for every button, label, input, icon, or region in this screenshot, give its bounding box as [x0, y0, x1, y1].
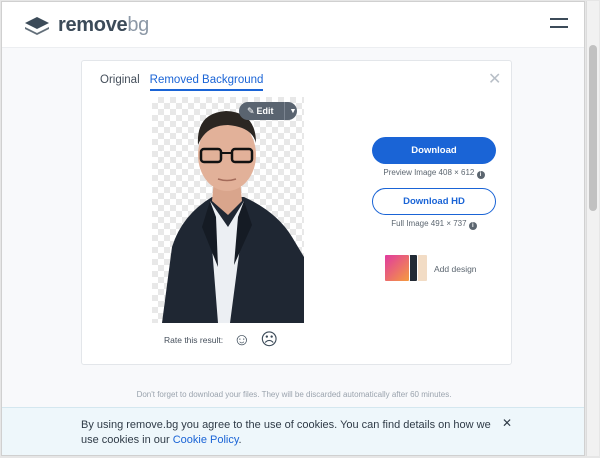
tab-removed-background[interactable]: Removed Background [149, 74, 264, 91]
tab-original[interactable]: Original [100, 74, 140, 91]
image-tabs: Original Removed Background [100, 74, 273, 91]
result-card: Original Removed Background ✕ ✎ Edit ▼ R… [81, 60, 512, 365]
download-hd-button[interactable]: Download HD [372, 188, 496, 215]
rate-result: Rate this result: ☺ ☹ [164, 330, 278, 350]
cookie-banner: By using remove.bg you agree to the use … [2, 407, 584, 455]
logo-text: removebg [58, 14, 150, 36]
info-icon[interactable]: i [468, 222, 477, 230]
pencil-icon: ✎ [247, 105, 255, 116]
top-navigation-bar: removebg [2, 2, 584, 48]
cookie-text: By using remove.bg you agree to the use … [81, 419, 491, 446]
chevron-down-icon[interactable]: ▼ [283, 102, 296, 120]
cookie-policy-link[interactable]: Cookie Policy [173, 434, 239, 446]
full-info-text: Full Image 491 × 737 [391, 219, 467, 228]
info-icon[interactable]: i [476, 171, 485, 179]
edit-label: Edit [256, 106, 274, 116]
design-thumbnails [384, 254, 430, 284]
hamburger-icon[interactable] [550, 18, 568, 32]
browser-viewport: removebg Original Removed Background ✕ ✎… [1, 1, 585, 456]
preview-image-info: Preview Image 408 × 612 i [372, 168, 496, 179]
smile-icon[interactable]: ☺ [233, 330, 250, 350]
frown-icon[interactable]: ☹ [260, 330, 278, 350]
person-cutout-image [162, 111, 304, 323]
preview-info-text: Preview Image 408 × 612 [383, 168, 475, 177]
full-image-info: Full Image 491 × 737 i [372, 219, 496, 230]
close-icon[interactable]: ✕ [488, 69, 501, 89]
download-button[interactable]: Download [372, 137, 496, 164]
removebg-logo[interactable]: removebg [24, 14, 149, 37]
add-design-label: Add design [434, 264, 477, 274]
add-design-button[interactable]: Add design [384, 254, 477, 284]
logo-layers-icon [25, 16, 49, 35]
cookie-close-icon[interactable]: ✕ [502, 416, 512, 430]
result-image: ✎ Edit ▼ [152, 97, 304, 323]
rate-label: Rate this result: [164, 335, 224, 345]
scrollbar[interactable] [586, 1, 599, 456]
scrollbar-thumb[interactable] [589, 45, 597, 211]
edit-button[interactable]: ✎ Edit ▼ [239, 102, 297, 120]
download-reminder: Don't forget to download your files. The… [136, 390, 452, 399]
